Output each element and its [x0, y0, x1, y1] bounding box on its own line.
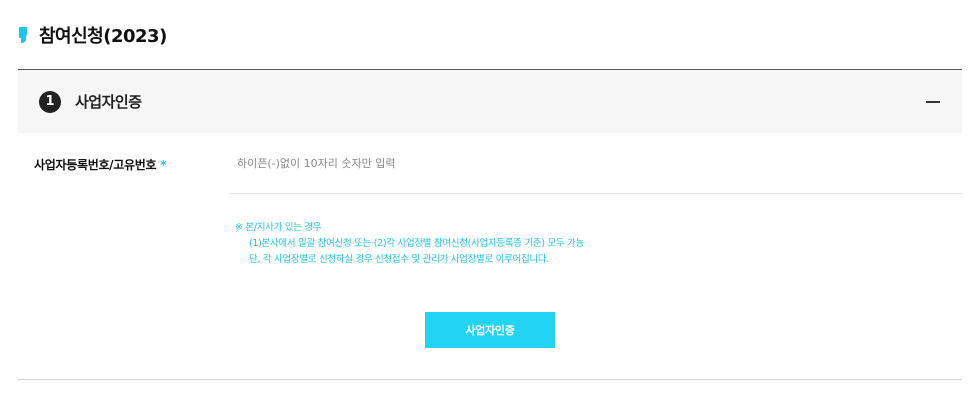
required-mark: * — [160, 158, 167, 172]
notice-line-2: (1)본사에서 일괄 참여신청 또는 (2)각 사업장별 참여신청(사업자등록증… — [249, 238, 584, 249]
business-verification-section: 1 사업자인증 사업자등록번호/고유번호* ※ 본/지사가 있는 경우 (1)본… — [18, 69, 962, 380]
collapse-button[interactable] — [924, 94, 942, 110]
notice-text: ※ 본/지사가 있는 경우 (1)본사에서 일괄 참여신청 또는 (2)각 사업… — [235, 220, 584, 268]
business-number-input[interactable] — [230, 133, 962, 194]
section-divider — [18, 379, 962, 380]
page-title: 참여신청(2023) — [39, 26, 167, 47]
business-number-row: 사업자등록번호/고유번호 * — [18, 133, 962, 195]
verify-business-button[interactable]: 사업자인증 — [425, 312, 555, 348]
minus-icon — [926, 101, 940, 103]
page-header: 참여신청(2023) — [18, 22, 167, 48]
notice-line-3: 단, 각 사업장별로 신청하실 경우 신청접수 및 관리가 사업장별로 이루어집… — [249, 254, 549, 265]
business-number-label-text: 사업자등록번호/고유번호 — [34, 158, 157, 172]
notice-line-1: ※ 본/지사가 있는 경우 — [235, 222, 322, 233]
business-number-label: 사업자등록번호/고유번호 * — [34, 156, 167, 173]
step-number-badge: 1 — [39, 90, 61, 113]
title-quote-icon — [18, 25, 28, 45]
section-header: 1 사업자인증 — [18, 69, 962, 133]
section-title: 사업자인증 — [75, 93, 142, 111]
